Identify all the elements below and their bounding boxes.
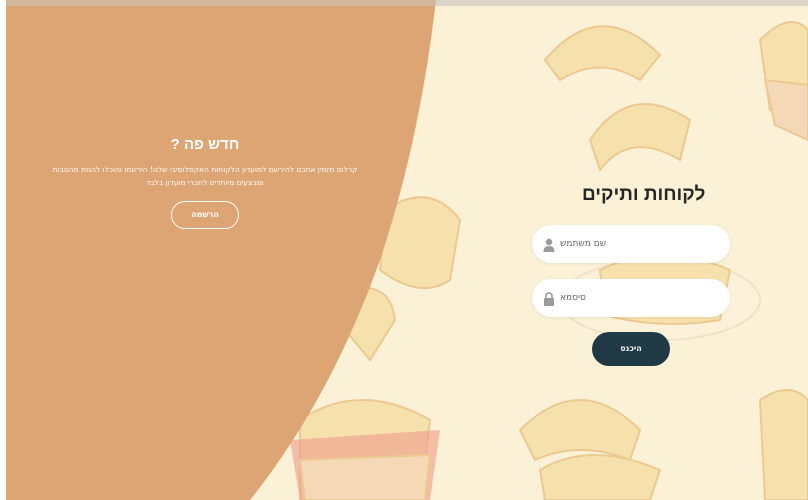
password-field[interactable] <box>532 279 730 317</box>
signup-description: קרלוס מזמין אתכם להירשם למועדון הלקוחות … <box>52 165 358 187</box>
login-button[interactable]: היכנס <box>592 332 670 366</box>
login-title: לקוחות ותיקים <box>582 184 706 205</box>
signup-button[interactable]: הרשמה <box>171 201 239 229</box>
password-input[interactable] <box>560 279 720 317</box>
top-shadow-strip <box>0 0 808 6</box>
username-input[interactable] <box>560 225 720 263</box>
user-icon <box>543 237 555 252</box>
signup-title: חדש פה ? <box>170 136 240 153</box>
username-field[interactable] <box>532 225 730 263</box>
signup-panel: חדש פה ? קרלוס מזמין אתכם להירשם למועדון… <box>40 136 370 229</box>
lock-icon <box>543 291 555 306</box>
login-page: חדש פה ? קרלוס מזמין אתכם להירשם למועדון… <box>0 0 808 500</box>
left-edge <box>0 0 6 500</box>
